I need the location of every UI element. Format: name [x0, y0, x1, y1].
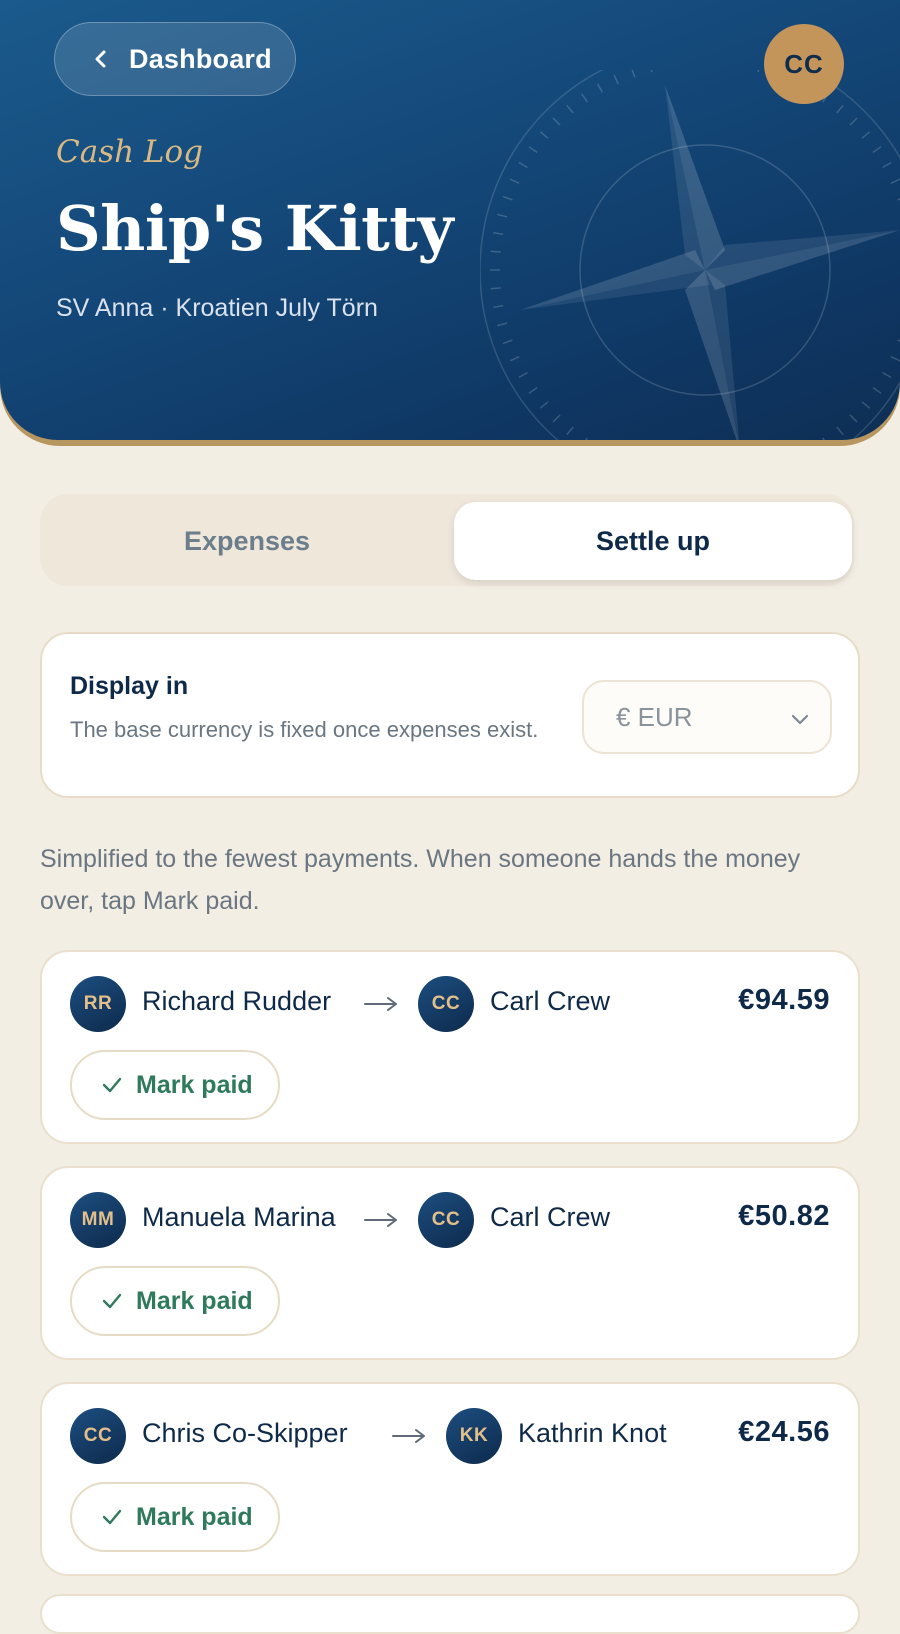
user-avatar[interactable]: CC: [764, 24, 844, 104]
back-to-dashboard-button[interactable]: Dashboard: [54, 22, 296, 96]
settlement-amount: €50.82: [738, 1200, 830, 1232]
tab-expenses[interactable]: Expenses: [48, 502, 446, 580]
settle-intro-text: Simplified to the fewest payments. When …: [40, 845, 801, 915]
mark-paid-button[interactable]: Mark paid: [70, 1050, 280, 1120]
payee-avatar: KK: [446, 1408, 502, 1464]
view-tabs: Expenses Settle up: [40, 494, 854, 586]
currency-select[interactable]: € EUR: [582, 680, 832, 754]
display-currency-card: Display in The base currency is fixed on…: [40, 632, 860, 798]
display-currency-label: Display in: [70, 672, 189, 700]
payer-avatar: MM: [70, 1192, 126, 1248]
payer-avatar: CC: [70, 1408, 126, 1464]
payer-name: Manuela Marina: [142, 1202, 336, 1232]
payee-name: Carl Crew: [490, 986, 611, 1016]
settlement-card: MM Manuela Marina CC Carl Crew €50.82 Ma…: [40, 1166, 860, 1360]
payee-name: Kathrin Knot: [518, 1418, 667, 1448]
payee-avatar: CC: [418, 1192, 474, 1248]
back-button-label: Dashboard: [129, 43, 272, 74]
page-kicker: Cash Log: [56, 134, 204, 170]
payer-name: Richard Rudder: [142, 986, 332, 1016]
checkmark-icon: [102, 1509, 122, 1525]
checkmark-icon: [102, 1077, 122, 1093]
compass-rose-icon: [480, 70, 900, 440]
mark-paid-label: Mark paid: [136, 1286, 253, 1315]
header-banner: Dashboard CC Cash Log Ship's Kitty SV An…: [0, 0, 900, 440]
mark-paid-label: Mark paid: [136, 1070, 253, 1099]
display-currency-help: The base currency is fixed once expenses…: [70, 717, 539, 742]
payee-avatar: CC: [418, 976, 474, 1032]
tab-settle-up[interactable]: Settle up: [454, 502, 852, 580]
settlement-amount: €94.59: [738, 984, 830, 1016]
payer-name: Chris Co-Skipper: [142, 1418, 348, 1448]
page-subtitle: SV Anna · Kroatien July Törn: [56, 294, 378, 322]
chevron-left-icon: [95, 50, 106, 68]
arrow-right-icon: [364, 997, 397, 1011]
chevron-down-icon: [791, 714, 809, 725]
settlement-card: CC Chris Co-Skipper KK Kathrin Knot €24.…: [40, 1382, 860, 1576]
mark-paid-button[interactable]: Mark paid: [70, 1482, 280, 1552]
currency-select-value: € EUR: [616, 701, 693, 732]
mark-paid-label: Mark paid: [136, 1502, 253, 1531]
arrow-right-icon: [392, 1429, 425, 1443]
settlement-card: RR Richard Rudder CC Carl Crew €94.59 Ma…: [40, 950, 860, 1144]
payer-avatar: RR: [70, 976, 126, 1032]
payee-name: Carl Crew: [490, 1202, 611, 1232]
mark-paid-button[interactable]: Mark paid: [70, 1266, 280, 1336]
page-title: Ship's Kitty: [56, 192, 453, 265]
arrow-right-icon: [364, 1213, 397, 1227]
settlement-amount: €24.56: [738, 1416, 830, 1448]
checkmark-icon: [102, 1293, 122, 1309]
header-gold-rim: Dashboard CC Cash Log Ship's Kitty SV An…: [0, 0, 900, 446]
settlement-card-partial: [40, 1594, 860, 1634]
